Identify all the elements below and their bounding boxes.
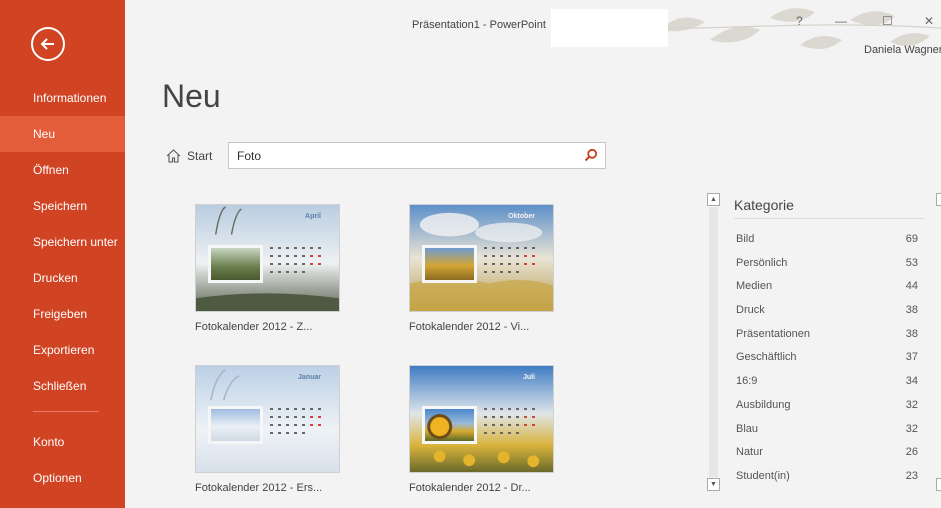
category-count: 38 xyxy=(905,327,918,340)
sidebar-divider xyxy=(33,411,99,412)
category-item[interactable]: 16:9 34 xyxy=(734,372,924,396)
search-input[interactable] xyxy=(237,147,577,165)
sidebar-item-optionen[interactable]: Optionen xyxy=(0,460,125,496)
template-thumbnail: Oktober xyxy=(409,204,554,312)
template-photo xyxy=(208,245,263,283)
template-photo xyxy=(422,406,477,444)
home-icon xyxy=(166,149,181,163)
category-name: 16:9 xyxy=(736,375,758,388)
category-count: 37 xyxy=(905,351,918,364)
sidebar-item-speichern[interactable]: Speichern xyxy=(0,188,125,224)
sidebar-item-neu[interactable]: Neu xyxy=(0,116,125,152)
sidebar-item-informationen[interactable]: Informationen xyxy=(0,80,125,116)
sidebar-item-drucken[interactable]: Drucken xyxy=(0,260,125,296)
template-photo xyxy=(208,406,263,444)
calendar-grid xyxy=(268,406,330,440)
template-thumbnail: Januar xyxy=(195,365,340,473)
calendar-grid xyxy=(482,406,544,440)
scrollbar-track[interactable] xyxy=(709,207,718,477)
category-item[interactable]: Geschäftlich 37 xyxy=(734,348,924,372)
sidebar-item-freigeben[interactable]: Freigeben xyxy=(0,296,125,332)
scroll-down-icon[interactable]: ▼ xyxy=(707,478,720,491)
category-count: 26 xyxy=(905,446,918,459)
template-month: Juli xyxy=(522,374,535,381)
category-count: 53 xyxy=(905,256,918,269)
sidebar-item-exportieren[interactable]: Exportieren xyxy=(0,332,125,368)
sidebar-item-schliessen[interactable]: Schließen xyxy=(0,368,125,404)
category-item[interactable]: Bild 69 xyxy=(734,230,924,254)
category-item[interactable]: Ausbildung 32 xyxy=(734,396,924,420)
category-item[interactable]: Medien 44 xyxy=(734,277,924,301)
category-scrollbar[interactable]: ▲ ▼ xyxy=(707,191,720,491)
minimize-button[interactable]: — xyxy=(835,14,847,28)
window-title: Präsentation1 - PowerPoint xyxy=(412,19,546,31)
maximize-button[interactable]: ☐ xyxy=(882,14,893,28)
home-label: Start xyxy=(187,149,213,163)
template-label: Fotokalender 2012 - Ers... xyxy=(195,482,323,494)
template-label: Fotokalender 2012 - Vi... xyxy=(409,321,530,333)
right-scroll-down-icon[interactable] xyxy=(936,478,941,491)
sidebar-item-oeffnen[interactable]: Öffnen xyxy=(0,152,125,188)
sidebar-item-speichern-unter[interactable]: Speichern unter xyxy=(0,224,125,260)
category-name: Natur xyxy=(736,446,763,459)
title-bar: Präsentation1 - PowerPoint ? — ☐ ✕ Danie… xyxy=(125,0,941,60)
sidebar-item-konto[interactable]: Konto xyxy=(0,424,125,460)
page-title: Neu xyxy=(162,78,221,114)
category-count: 44 xyxy=(905,280,918,293)
template-label: Fotokalender 2012 - Z... xyxy=(195,321,313,333)
right-scrollbar[interactable] xyxy=(936,191,941,491)
category-divider xyxy=(734,218,925,219)
template-tile[interactable]: Juli Fotokalender 2012 - Dr... xyxy=(409,365,554,494)
category-item[interactable]: Blau 32 xyxy=(734,420,924,444)
calendar-grid xyxy=(482,245,544,279)
category-count: 32 xyxy=(905,398,918,411)
search-box xyxy=(228,142,606,169)
category-item[interactable]: Druck 38 xyxy=(734,301,924,325)
template-thumbnail: Juli xyxy=(409,365,554,473)
back-arrow-icon[interactable] xyxy=(31,27,65,61)
template-tile[interactable]: Oktober Fotokalender 2012 - Vi... xyxy=(409,204,554,333)
category-item[interactable]: Persönlich 53 xyxy=(734,254,924,278)
user-name[interactable]: Daniela Wagner xyxy=(864,44,941,56)
template-label: Fotokalender 2012 - Dr... xyxy=(409,482,531,494)
help-button[interactable]: ? xyxy=(796,14,803,28)
scroll-up-icon[interactable]: ▲ xyxy=(707,193,720,206)
category-item[interactable]: Natur 26 xyxy=(734,443,924,467)
category-name: Druck xyxy=(736,304,765,317)
category-name: Geschäftlich xyxy=(736,351,797,364)
category-name: Student(in) xyxy=(736,469,790,482)
category-name: Bild xyxy=(736,233,755,245)
category-name: Medien xyxy=(736,280,773,293)
close-button[interactable]: ✕ xyxy=(924,14,934,28)
category-count: 69 xyxy=(905,233,918,245)
category-count: 34 xyxy=(905,375,918,388)
backstage-sidebar: Informationen Neu Öffnen Speichern Speic… xyxy=(0,0,125,508)
template-month: Januar xyxy=(298,374,321,381)
category-list: Bild 69 Persönlich 53 Medien 44 Druck 38 Prä… xyxy=(734,230,924,491)
title-blank-area xyxy=(551,9,668,47)
home-link[interactable]: Start xyxy=(166,146,212,166)
template-tile[interactable]: Januar Fotokalender 2012 - Ers... xyxy=(195,365,340,494)
category-title: Kategorie xyxy=(734,197,794,213)
template-month: Oktober xyxy=(508,213,535,220)
category-name: Persönlich xyxy=(736,256,788,269)
category-pane: ▲ ▼ Kategorie Bild 69 Persönlich 53 Medien… xyxy=(707,191,941,508)
calendar-grid xyxy=(268,245,330,279)
template-tile[interactable]: April Fotokalender 2012 - Z... xyxy=(195,204,340,333)
category-name: Blau xyxy=(736,422,759,435)
category-count: 23 xyxy=(905,469,918,482)
category-item[interactable]: Präsentationen 38 xyxy=(734,325,924,349)
template-month: April xyxy=(305,213,321,220)
category-count: 38 xyxy=(905,304,918,317)
right-scroll-up-icon[interactable] xyxy=(936,193,941,206)
category-count: 32 xyxy=(905,422,918,435)
category-item[interactable]: Student(in) 23 xyxy=(734,467,924,491)
template-thumbnail: April xyxy=(195,204,340,312)
search-icon[interactable] xyxy=(584,148,598,162)
category-name: Ausbildung xyxy=(736,398,791,411)
category-name: Präsentationen xyxy=(736,327,810,340)
template-photo xyxy=(422,245,477,283)
